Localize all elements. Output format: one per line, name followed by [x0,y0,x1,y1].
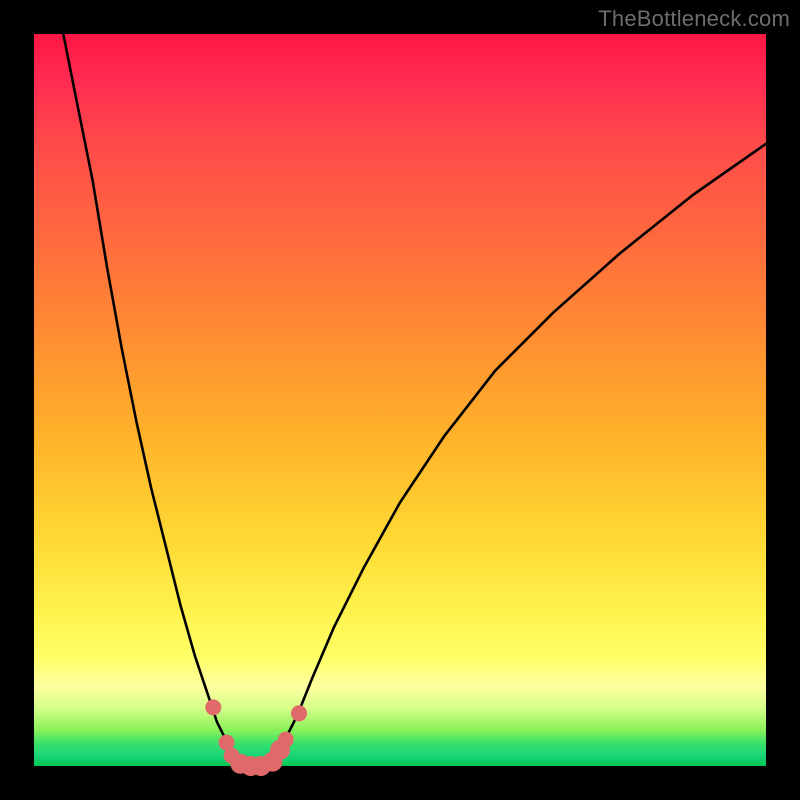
curve-right-branch [268,144,766,766]
marker-9 [291,705,307,721]
chart-frame: TheBottleneck.com [0,0,800,800]
watermark-text: TheBottleneck.com [598,6,790,32]
plot-area [34,34,766,766]
marker-0 [205,699,221,715]
curve-left-branch [63,34,239,766]
curve-layer [34,34,766,766]
marker-8 [278,732,294,748]
